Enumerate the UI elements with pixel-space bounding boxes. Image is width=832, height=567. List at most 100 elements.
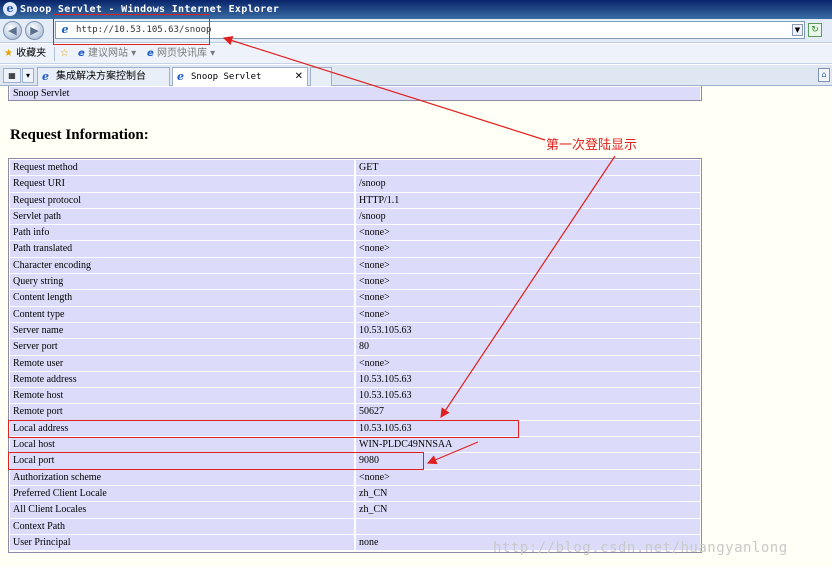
row-value: 80 [356,339,700,355]
row-value: <none> [356,469,700,485]
forward-button[interactable]: ▶ [25,21,44,40]
row-value: <none> [356,355,700,371]
row-name: Content type [10,306,356,322]
home-icon[interactable]: ⌂ [818,68,830,82]
table-row: Character encoding <none> [10,257,700,275]
row-name: Query string [10,274,356,290]
row-name: Path translated [10,241,356,257]
favorites-bar: ★ 收藏夹 ☆ e 建议网站 ▾ e 网页快讯库 ▾ [0,44,832,64]
servlet-title-cell: Snoop Servlet [10,87,700,100]
table-row: Remote address 10.53.105.63 [10,371,700,389]
add-favorite-icon[interactable]: ☆ [60,47,69,61]
row-value: 10.53.105.63 [356,371,700,388]
table-row: Request URI/snoop [10,176,700,193]
watermark: http://blog.csdn.net/huangyanlong [493,540,788,556]
row-name: Remote user [10,355,356,371]
favorites-button[interactable]: ★ 收藏夹 [4,47,46,61]
table-row: Query string <none> [10,274,700,291]
back-button[interactable]: ◀ [3,21,22,40]
annotation-box-url [53,14,210,45]
row-name: All Client Locales [10,502,356,518]
row-name: Preferred Client Locale [10,485,356,502]
table-row: Authorization scheme <none> [10,469,700,486]
row-name: Local host [10,437,356,453]
tab-bar: ▦ ▾ e 集成解决方案控制台 e Snoop Servlet ✕ [0,65,832,86]
row-name: Remote host [10,388,356,404]
row-value: <none> [356,306,700,322]
star-icon: ★ [4,48,13,59]
row-name: User Principal [10,534,356,551]
row-name: Context Path [10,518,356,534]
row-value [356,518,700,534]
row-name: Server name [10,322,356,339]
table-row: Preferred Client Locale zh_CN [10,485,700,503]
row-value: <none> [356,241,700,257]
table-row: Servlet path/snoop [10,208,700,226]
row-name: Request URI [10,176,356,192]
tab-ie-icon: e [177,70,184,83]
row-value: /snoop [356,208,700,225]
row-name: Servlet path [10,208,356,225]
tab-ie-icon: e [42,70,49,83]
favorites-label: 收藏夹 [16,48,47,59]
table-row: Context Path [10,518,700,535]
row-value: <none> [356,225,700,241]
table-row: Content type <none> [10,306,700,323]
tab-snoop-label: Snoop Servlet [191,72,262,82]
row-value: GET [356,160,700,176]
row-name: Remote address [10,371,356,388]
tab-console-label: 集成解决方案控制台 [56,71,146,82]
site-ie-icon: e [78,48,85,59]
table-row: Path info <none> [10,225,700,242]
page-content: Snoop Servlet Request Information: Reque… [0,86,832,567]
row-name: Character encoding [10,257,356,274]
gallery-ie-icon: e [147,48,154,59]
annotation-label: 第一次登陆显示 [546,138,638,153]
web-slice-gallery-link[interactable]: e 网页快讯库 ▾ [147,47,215,61]
ie-app-icon: e [3,2,17,16]
tab-snoop-servlet[interactable]: e Snoop Servlet ✕ [172,67,308,86]
new-tab-button[interactable] [310,67,332,86]
web-slice-gallery-label: 网页快讯库 ▾ [156,48,216,59]
table-row: Path translated <none> [10,241,700,258]
row-value: zh_CN [356,485,700,502]
table-row: Local host WIN-PLDC49NNSAA [10,437,700,454]
suggested-sites-link[interactable]: e 建议网站 ▾ [78,47,136,61]
table-row: Remote port 50627 [10,404,700,421]
request-info-table: Request method GET Request URI/snoop Reques… [8,158,702,554]
refresh-icon[interactable]: ↻ [808,23,822,37]
table-row: Remote host 10.53.105.63 [10,388,700,405]
address-dropdown-button[interactable]: ▼ [792,24,803,36]
tab-list-dropdown[interactable]: ▾ [22,68,34,83]
row-value: <none> [356,274,700,290]
table-row: Request method GET [10,160,700,177]
row-name: Content length [10,290,356,306]
row-name: Authorization scheme [10,469,356,485]
row-value: HTTP/1.1 [356,192,700,208]
row-value: <none> [356,290,700,306]
page-heading: Request Information: [10,127,149,143]
row-name: Path info [10,225,356,241]
row-name: Request protocol [10,192,356,208]
row-value: <none> [356,257,700,274]
table-row: Request protocol HTTP/1.1 [10,192,700,209]
annotation-box-local-port [8,452,424,470]
tab-console[interactable]: e 集成解决方案控制台 [37,67,170,86]
table-row: Content length <none> [10,290,700,307]
suggested-sites-label: 建议网站 ▾ [87,48,137,59]
close-icon[interactable]: ✕ [295,68,303,85]
row-value: WIN-PLDC49NNSAA [356,437,700,453]
table-row: Server name 10.53.105.63 [10,322,700,340]
quick-tabs-icon[interactable]: ▦ [3,68,21,83]
row-value: 50627 [356,404,700,420]
row-name: Remote port [10,404,356,420]
servlet-title-table: Snoop Servlet [8,86,702,101]
row-name: Server port [10,339,356,355]
toolbar-separator [54,47,55,61]
row-value: zh_CN [356,502,700,518]
add-star-icon: ☆ [60,48,69,59]
annotation-box-local-address [8,420,519,438]
row-value: /snoop [356,176,700,192]
table-row: Server port 80 [10,339,700,356]
row-value: 10.53.105.63 [356,388,700,404]
